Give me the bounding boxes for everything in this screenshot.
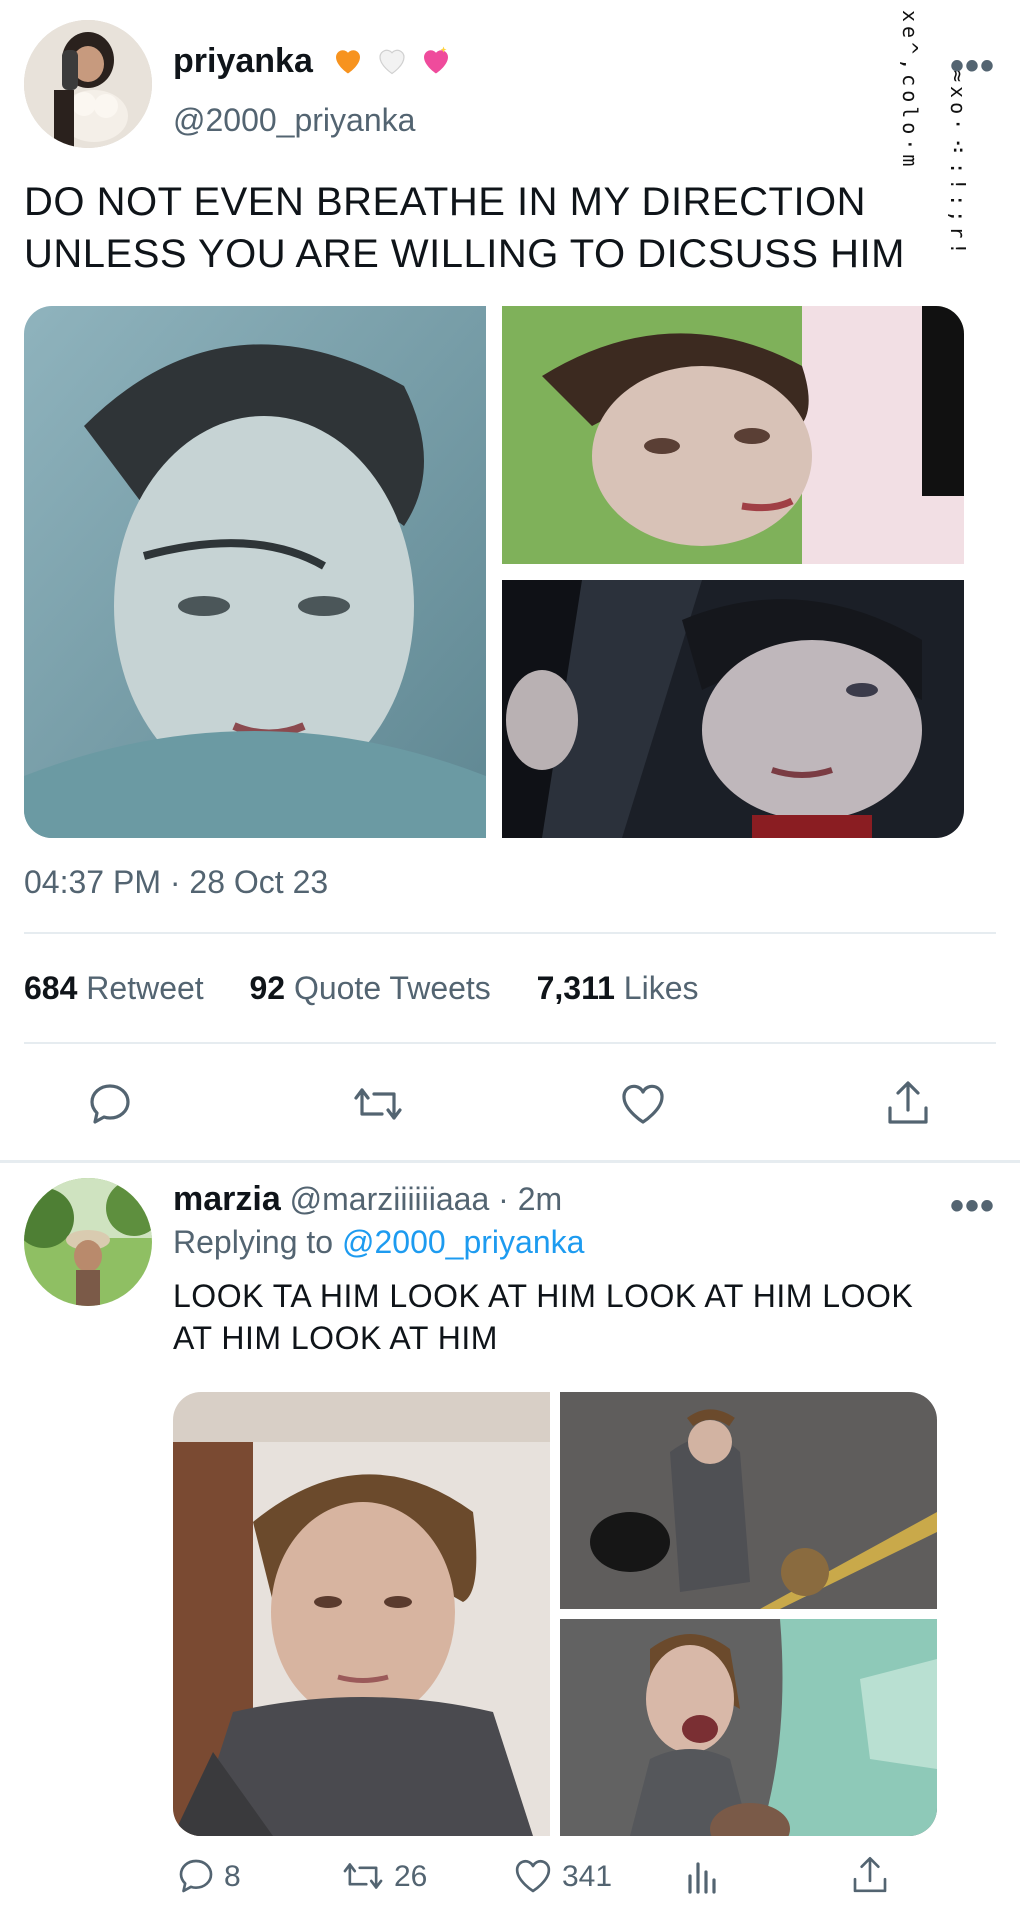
reply-share-button[interactable] <box>850 1854 890 1896</box>
divider <box>24 1042 996 1044</box>
share-button[interactable] <box>884 1078 932 1128</box>
like-count-value: 7,311 <box>536 970 615 1006</box>
tweet-text-line-2: UNLESS YOU ARE WILLING TO DICSUSS HIM <box>24 232 905 276</box>
reply-avatar[interactable] <box>24 1178 152 1306</box>
orange-heart-icon <box>330 42 366 78</box>
heart-icon <box>622 1084 664 1124</box>
media-photo-2[interactable] <box>502 306 964 564</box>
reply-time[interactable]: · 2m <box>498 1181 562 1217</box>
stats-row: 684 Retweet 92 Quote Tweets 7,311 Likes <box>24 970 698 1007</box>
quote-count[interactable]: 92 Quote Tweets <box>249 970 490 1006</box>
reply-media-photo-1[interactable] <box>173 1392 550 1836</box>
tweet-text-line-1: DO NOT EVEN BREATHE IN MY DIRECTION <box>24 180 867 224</box>
replying-to-prefix: Replying to <box>173 1224 334 1260</box>
analytics-icon <box>688 1862 716 1894</box>
heart-icon <box>515 1859 551 1893</box>
reply-retweet-count: 26 <box>394 1860 428 1893</box>
reply-like-count: 341 <box>562 1860 613 1893</box>
like-count[interactable]: 7,311 Likes <box>537 970 699 1006</box>
reply-text-line-2: AT HIM LOOK AT HIM <box>173 1320 498 1356</box>
reply-media-grid <box>173 1392 937 1836</box>
sparkling-heart-icon <box>418 42 454 78</box>
media-grid <box>24 306 964 838</box>
reply-text-line-1: LOOK TA HIM LOOK AT HIM LOOK AT HIM LOOK <box>173 1278 914 1314</box>
media-photo-3[interactable] <box>502 580 964 838</box>
reply-author-handle[interactable]: @marziiiiiiaaa <box>290 1181 490 1217</box>
like-button[interactable] <box>618 1080 668 1128</box>
reply-media-photo-3[interactable] <box>560 1619 937 1836</box>
reply-retweet-button[interactable] <box>340 1856 386 1896</box>
quote-count-label: Quote Tweets <box>293 970 491 1006</box>
section-separator <box>0 1160 1020 1163</box>
divider <box>24 932 996 934</box>
replying-to-link[interactable]: @2000_priyanka <box>342 1224 584 1260</box>
media-photo-1[interactable] <box>24 306 486 838</box>
reply-count: 8 <box>224 1860 241 1893</box>
retweet-count[interactable]: 684 Retweet <box>24 970 204 1006</box>
author-name[interactable]: priyanka <box>173 42 313 81</box>
retweet-count-value: 684 <box>24 970 78 1006</box>
reply-author-name[interactable]: marzia <box>173 1180 281 1218</box>
quote-count-value: 92 <box>249 970 286 1006</box>
reply-icon <box>179 1859 213 1893</box>
white-heart-icon <box>374 42 410 78</box>
reply-button[interactable] <box>86 1080 134 1128</box>
author-handle[interactable]: @2000_priyanka <box>173 102 415 139</box>
replying-to-line: Replying to @2000_priyanka <box>173 1224 584 1261</box>
share-icon <box>888 1081 928 1124</box>
reply-more-options-icon[interactable]: ••• <box>950 1184 995 1229</box>
reply-media-photo-2[interactable] <box>560 1392 937 1609</box>
tweet-timestamp[interactable]: 04:37 PM · 28 Oct 23 <box>24 864 328 901</box>
reply-header: marzia @marziiiiiiaaa · 2m <box>173 1180 562 1219</box>
retweet-count-label: Retweet <box>86 970 204 1006</box>
reply-like-button[interactable] <box>512 1856 554 1896</box>
retweet-button[interactable] <box>350 1080 406 1128</box>
share-icon <box>853 1857 887 1893</box>
like-count-label: Likes <box>623 970 699 1006</box>
retweet-icon <box>354 1088 402 1120</box>
reply-icon <box>90 1084 130 1124</box>
retweet-icon <box>343 1863 383 1889</box>
reply-reply-button[interactable] <box>176 1856 216 1896</box>
glyph-column-decor-2: ≈xo·∴:!:;r! <box>946 70 970 259</box>
analytics-button[interactable] <box>686 1856 722 1896</box>
avatar[interactable] <box>24 20 152 148</box>
